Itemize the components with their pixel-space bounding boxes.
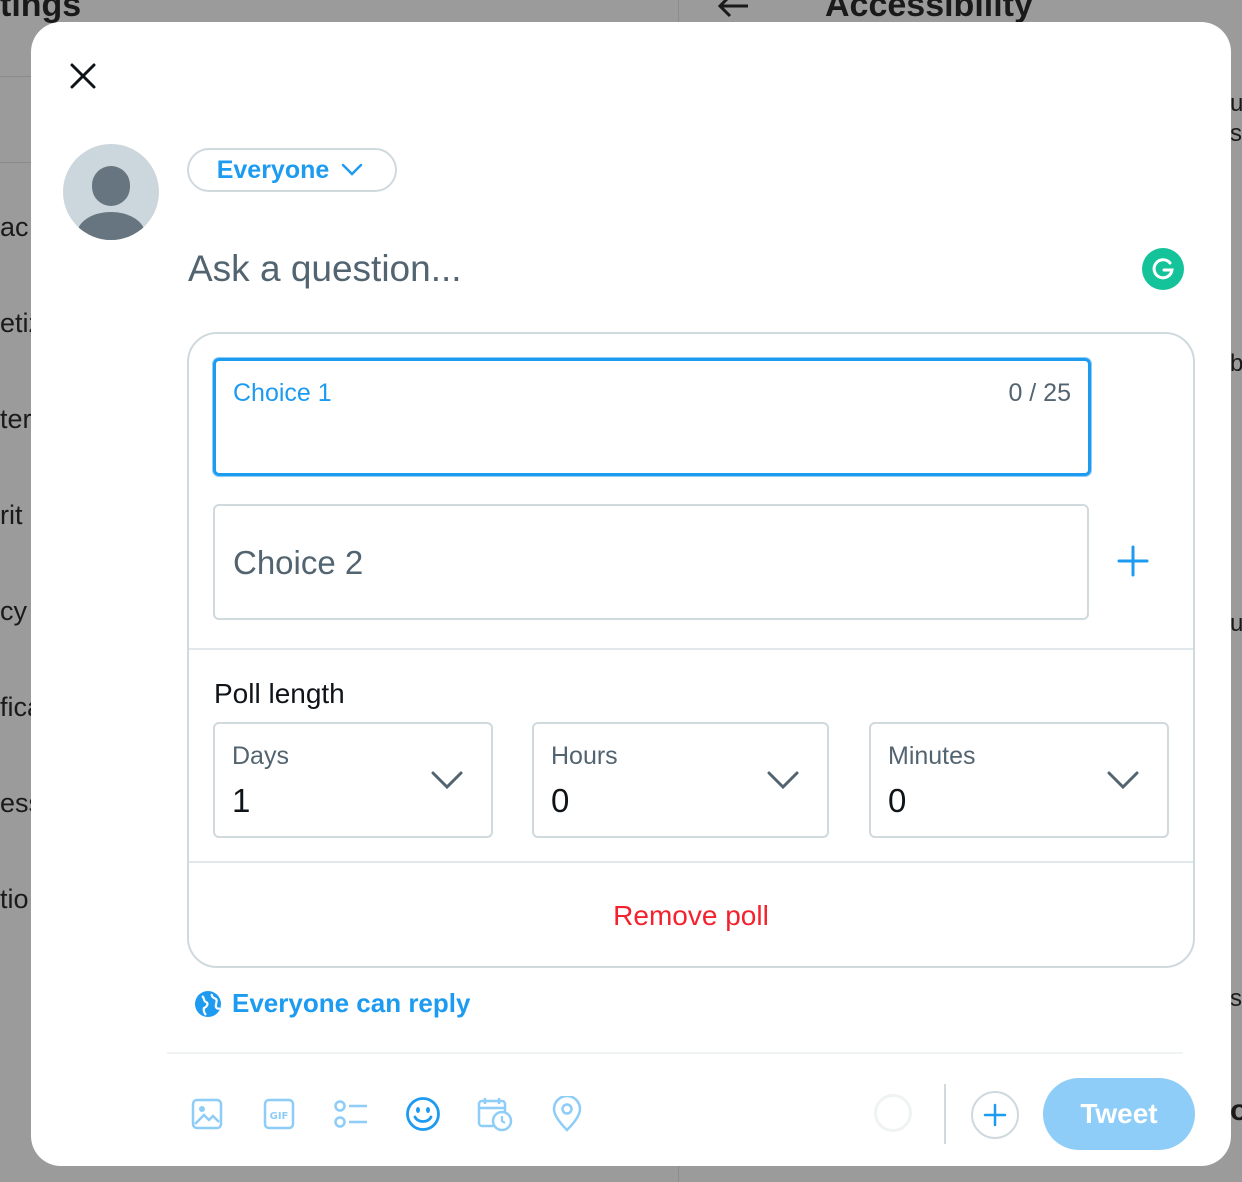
remove-poll-button[interactable]: Remove poll	[189, 900, 1193, 932]
add-choice-plus-icon[interactable]	[1114, 542, 1152, 580]
days-label: Days	[232, 742, 289, 770]
background-divider-line	[0, 76, 34, 77]
chevron-down-icon	[1107, 771, 1139, 790]
background-fragment-right: b	[1230, 350, 1242, 377]
divider	[167, 1052, 1183, 1054]
tweet-composer-modal: Everyone Ask a question... Choice 1 0 / …	[31, 22, 1231, 1166]
location-icon	[552, 1096, 582, 1132]
background-menu-fragment: rit	[0, 500, 23, 530]
emoji-icon	[406, 1097, 440, 1131]
poll-icon	[334, 1100, 367, 1128]
background-divider-line	[0, 162, 34, 163]
background-fragment-right: oi	[1230, 1094, 1242, 1127]
image-icon	[191, 1098, 223, 1130]
minutes-select[interactable]: Minutes 0	[869, 722, 1169, 838]
gif-icon: GIF	[263, 1098, 295, 1130]
emoji-button[interactable]	[403, 1094, 443, 1134]
schedule-icon	[477, 1098, 513, 1132]
back-arrow-icon	[717, 0, 748, 18]
reply-setting-button[interactable]: Everyone can reply	[194, 988, 470, 1019]
choice-2-input[interactable]: Choice 2	[213, 504, 1089, 620]
choice-1-input[interactable]: Choice 1 0 / 25	[213, 358, 1091, 476]
choice-2-label: Choice 2	[233, 544, 364, 581]
hours-label: Hours	[551, 742, 618, 770]
globe-icon	[195, 990, 221, 1017]
background-menu-fragment: tio	[0, 884, 29, 914]
background-menu-fragment: ac	[0, 212, 29, 242]
background-fragment-right: s	[1230, 985, 1242, 1012]
minutes-value: 0	[888, 782, 907, 819]
grammarly-icon[interactable]	[1142, 248, 1184, 290]
minutes-label: Minutes	[888, 742, 976, 770]
question-input[interactable]: Ask a question...	[188, 248, 462, 290]
hours-value: 0	[551, 782, 570, 819]
chevron-down-icon	[342, 163, 363, 176]
close-icon[interactable]	[61, 54, 105, 98]
audience-selector-button[interactable]: Everyone	[187, 148, 397, 192]
svg-text:GIF: GIF	[270, 1111, 289, 1122]
hours-select[interactable]: Hours 0	[532, 722, 829, 838]
grammarly-g-icon	[1152, 258, 1174, 280]
background-menu-fragment: ter	[0, 404, 32, 434]
background-menu-fragment: cy	[0, 596, 27, 626]
choice-1-label: Choice 1	[233, 379, 332, 407]
chevron-down-icon	[767, 771, 799, 790]
poll-button[interactable]	[331, 1094, 371, 1134]
character-counter-ring	[874, 1094, 912, 1132]
add-tweet-button[interactable]	[971, 1091, 1019, 1139]
audience-label: Everyone	[216, 155, 330, 184]
divider	[189, 861, 1193, 863]
choice-1-char-counter: 0 / 25	[1008, 379, 1071, 407]
default-avatar-icon	[77, 166, 145, 240]
background-fragment-right: s	[1230, 120, 1242, 147]
poll-length-title: Poll length	[214, 678, 345, 709]
background-fragment-right: u	[1230, 610, 1242, 637]
media-button[interactable]	[187, 1094, 227, 1134]
tweet-button[interactable]: Tweet	[1043, 1078, 1195, 1150]
divider	[944, 1084, 946, 1144]
days-value: 1	[232, 782, 251, 819]
reply-setting-label: Everyone can reply	[232, 988, 471, 1018]
divider	[189, 648, 1193, 650]
schedule-button[interactable]	[475, 1094, 515, 1134]
plus-icon	[983, 1103, 1007, 1127]
days-select[interactable]: Days 1	[213, 722, 493, 838]
location-button[interactable]	[547, 1094, 587, 1134]
avatar[interactable]	[63, 144, 159, 240]
background-fragment-right: u	[1230, 90, 1242, 117]
chevron-down-icon	[431, 771, 463, 790]
gif-button[interactable]: GIF	[259, 1094, 299, 1134]
poll-editor: Choice 1 0 / 25 Choice 2 Poll length Day…	[187, 332, 1195, 968]
